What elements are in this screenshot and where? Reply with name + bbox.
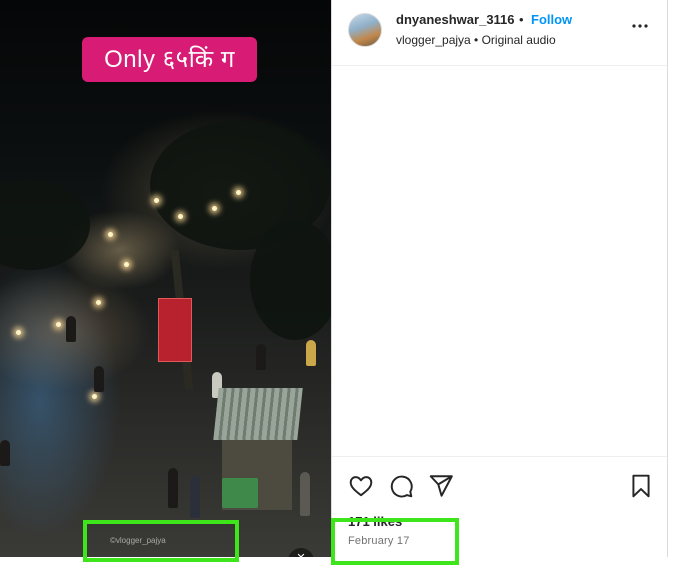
pedestrian — [300, 472, 310, 516]
vehicle-light — [16, 330, 21, 335]
bookmark-icon[interactable] — [628, 473, 654, 499]
post-details-panel: dnyaneshwar_3116 • Follow vlogger_pajya … — [331, 0, 668, 557]
vehicle-light — [92, 394, 97, 399]
more-options-icon[interactable] — [628, 14, 652, 38]
username-link[interactable]: dnyaneshwar_3116 — [396, 12, 515, 27]
stall-roof — [213, 388, 303, 440]
vehicle-light — [154, 198, 159, 203]
follow-button[interactable]: Follow — [531, 12, 572, 27]
vehicle-light — [96, 300, 101, 305]
vehicle-light — [56, 322, 61, 327]
caption-overlay: Only ६५किं ग — [82, 37, 257, 82]
tree-canopy — [250, 220, 331, 340]
share-icon[interactable] — [428, 473, 454, 499]
post-header: dnyaneshwar_3116 • Follow vlogger_pajya … — [332, 0, 667, 66]
shop-banner — [158, 298, 192, 362]
comments-area — [332, 66, 667, 456]
highlight-box-date — [331, 518, 459, 565]
mute-icon[interactable]: ✕ — [288, 548, 314, 557]
vehicle-light — [212, 206, 217, 211]
pedestrian — [0, 440, 10, 466]
pedestrian — [190, 476, 200, 518]
vehicle-light — [108, 232, 113, 237]
highlight-box-watermark — [83, 520, 239, 562]
heart-icon[interactable] — [348, 473, 374, 499]
reel-video[interactable]: Only ६५किं ग ©vlogger_pajya ✕ — [0, 0, 331, 557]
pedestrian — [306, 340, 316, 366]
vehicle-light — [178, 214, 183, 219]
avatar[interactable] — [348, 13, 382, 47]
pedestrian — [168, 468, 178, 508]
vehicle-light — [124, 262, 129, 267]
stall-sign — [222, 478, 258, 508]
rider — [94, 366, 104, 392]
audio-line[interactable]: vlogger_pajya • Original audio — [396, 33, 556, 47]
tree-canopy — [0, 180, 90, 270]
comment-icon[interactable] — [388, 473, 414, 499]
vehicle-light — [236, 190, 241, 195]
separator-dot: • — [519, 12, 524, 27]
pedestrian — [256, 344, 266, 370]
rider — [66, 316, 76, 342]
